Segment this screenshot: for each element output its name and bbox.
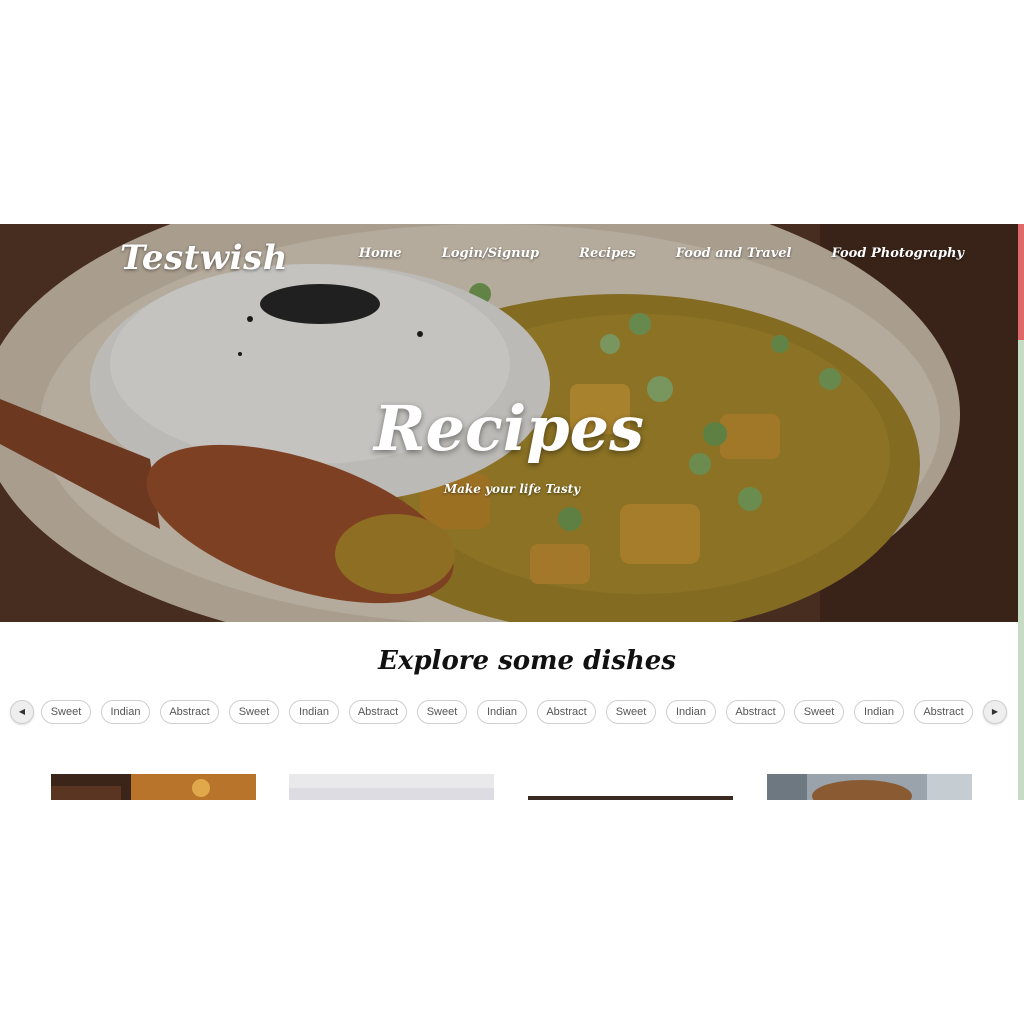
dish-image bbox=[528, 774, 733, 800]
chip-indian[interactable]: Indian bbox=[666, 700, 716, 724]
chip-abstract[interactable]: Abstract bbox=[914, 700, 973, 724]
dish-card[interactable] bbox=[767, 774, 972, 800]
nav-food-and-travel[interactable]: Food and Travel bbox=[676, 246, 792, 261]
dish-image bbox=[289, 774, 494, 800]
main-nav: Home Login/Signup Recipes Food and Trave… bbox=[359, 246, 964, 261]
hero-banner: Testwish Home Login/Signup Recipes Food … bbox=[0, 224, 1018, 622]
chevron-left-icon: ◀ bbox=[18, 707, 26, 716]
hero-title: Recipes bbox=[374, 392, 644, 465]
site-logo[interactable]: Testwish bbox=[120, 238, 288, 278]
page-scrollbar[interactable] bbox=[1018, 224, 1024, 800]
category-carousel: ◀ Sweet Indian Abstract Sweet Indian Abs… bbox=[10, 700, 1008, 724]
explore-title: Explore some dishes bbox=[378, 646, 676, 676]
chip-abstract[interactable]: Abstract bbox=[537, 700, 596, 724]
chip-sweet[interactable]: Sweet bbox=[417, 700, 467, 724]
dish-card[interactable] bbox=[289, 774, 494, 800]
dish-image bbox=[51, 774, 256, 800]
nav-recipes[interactable]: Recipes bbox=[579, 246, 636, 261]
carousel-next-button[interactable]: ▶ bbox=[983, 700, 1007, 724]
dish-card[interactable] bbox=[51, 774, 256, 800]
chip-indian[interactable]: Indian bbox=[289, 700, 339, 724]
chevron-right-icon: ▶ bbox=[991, 707, 999, 716]
nav-food-photography[interactable]: Food Photography bbox=[831, 246, 964, 261]
chip-sweet[interactable]: Sweet bbox=[41, 700, 91, 724]
nav-login-signup[interactable]: Login/Signup bbox=[442, 246, 539, 261]
nav-home[interactable]: Home bbox=[359, 246, 402, 261]
chip-sweet[interactable]: Sweet bbox=[229, 700, 279, 724]
chip-indian[interactable]: Indian bbox=[854, 700, 904, 724]
dish-card[interactable] bbox=[528, 774, 733, 800]
chip-indian[interactable]: Indian bbox=[477, 700, 527, 724]
scrollbar-thumb[interactable] bbox=[1018, 224, 1024, 340]
dish-cards bbox=[0, 774, 1018, 800]
chip-indian[interactable]: Indian bbox=[101, 700, 150, 724]
dish-image bbox=[767, 774, 972, 800]
chip-abstract[interactable]: Abstract bbox=[349, 700, 407, 724]
page: Testwish Home Login/Signup Recipes Food … bbox=[0, 224, 1018, 800]
chip-sweet[interactable]: Sweet bbox=[606, 700, 656, 724]
chip-abstract[interactable]: Abstract bbox=[160, 700, 219, 724]
chip-abstract[interactable]: Abstract bbox=[726, 700, 785, 724]
carousel-prev-button[interactable]: ◀ bbox=[10, 700, 34, 724]
chip-sweet[interactable]: Sweet bbox=[794, 700, 844, 724]
hero-subtitle: Make your life Tasty bbox=[443, 482, 581, 496]
